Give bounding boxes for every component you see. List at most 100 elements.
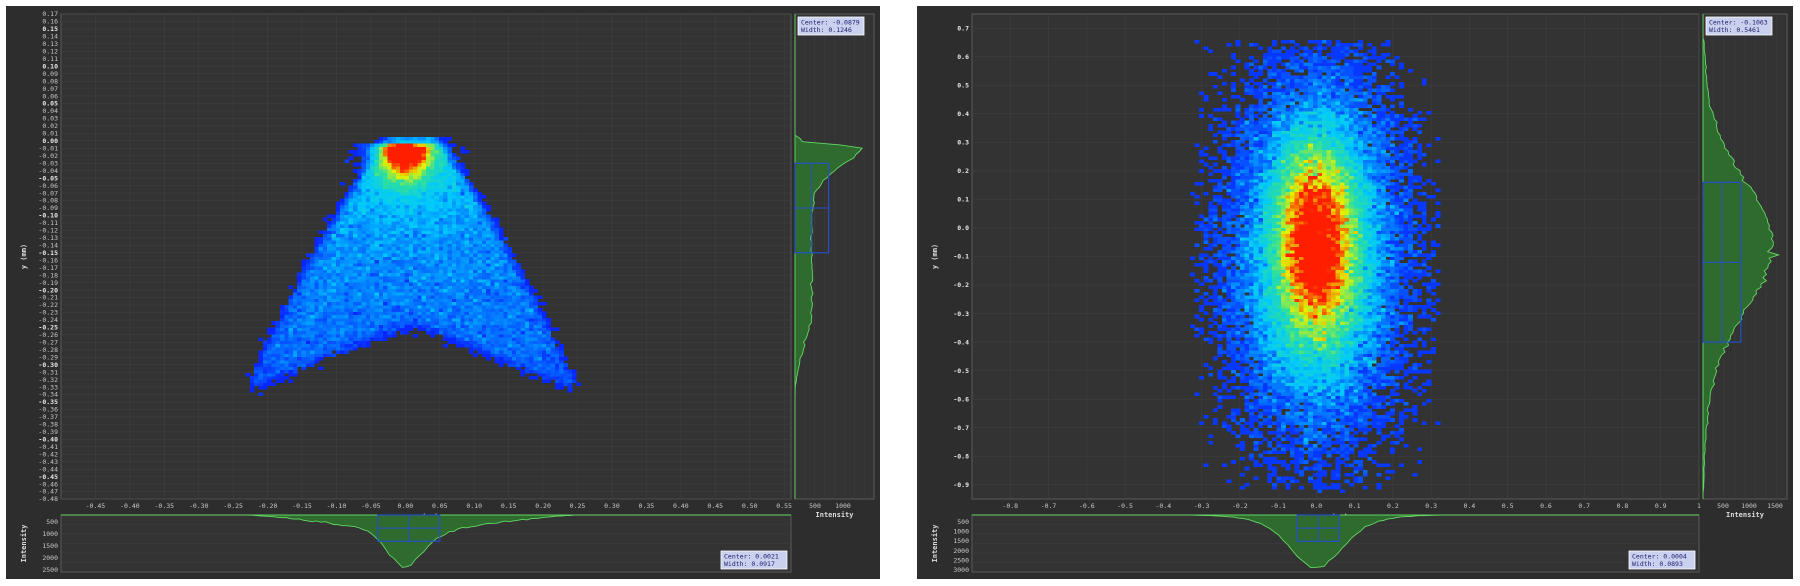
heatmap-cell (490, 220, 496, 225)
heatmap-cell (322, 288, 328, 293)
heatmap-cell (292, 311, 298, 316)
heatmap-cell (348, 246, 354, 251)
heatmap-cell (1221, 321, 1227, 325)
heatmap-cell (404, 156, 410, 160)
heatmap-cell (421, 256, 427, 261)
heatmap-cell (1371, 424, 1377, 429)
heatmap-cell (318, 256, 324, 261)
heatmap-cell (395, 321, 401, 325)
heatmap-cell (494, 311, 500, 316)
heatmap-cell (1312, 363, 1318, 367)
heatmap-cell (361, 298, 367, 303)
heatmap-cell (327, 317, 332, 322)
heatmap-cell (426, 233, 431, 238)
heatmap-cell (305, 324, 311, 328)
heatmap-cell (1353, 359, 1359, 364)
heatmap-cell (499, 230, 504, 235)
heatmap-cell (499, 250, 504, 254)
heatmap-cell (1321, 473, 1327, 477)
heatmap-cell (1258, 398, 1264, 403)
heatmap-cell (1217, 372, 1223, 377)
heatmap-cell (1276, 353, 1282, 358)
heatmap-cell (305, 301, 311, 306)
heatmap-cell (1376, 431, 1382, 435)
heatmap-cell (1394, 327, 1400, 332)
heatmap-cell (434, 243, 440, 248)
heatmap-cell (1208, 434, 1214, 438)
heatmap-cell (1280, 369, 1286, 374)
heatmap-cell (395, 143, 401, 147)
heatmap-cell (387, 214, 392, 219)
heatmap-cell (460, 201, 465, 206)
heatmap-cell (438, 211, 444, 215)
heatmap-cell (451, 250, 457, 254)
heatmap-cell (370, 146, 375, 151)
heatmap-cell (1380, 327, 1386, 332)
heatmap-cell (477, 256, 483, 261)
heatmap-cell (1299, 337, 1305, 341)
heatmap-cell (267, 379, 272, 383)
heatmap-cell (344, 233, 350, 238)
heatmap-cell (305, 292, 311, 296)
heatmap-cell (490, 308, 496, 312)
heatmap-cell (318, 279, 324, 283)
heatmap-cell (1326, 347, 1332, 351)
heatmap-cell (1285, 389, 1291, 393)
heatmap-cell (361, 191, 367, 196)
heatmap-cell (507, 324, 513, 328)
heatmap-cell (473, 298, 478, 303)
heatmap-cell (413, 188, 418, 193)
heatmap-cell (395, 214, 401, 219)
heatmap-cell (335, 285, 341, 290)
heatmap-cell (1362, 405, 1368, 409)
heatmap-cell (1330, 424, 1336, 429)
heatmap-cell (1330, 327, 1336, 332)
heatmap-cell (1340, 343, 1345, 348)
heatmap-cell (1367, 369, 1373, 374)
heatmap-cell (1253, 356, 1259, 361)
heatmap-cell (507, 266, 513, 270)
heatmap-cell (365, 230, 371, 235)
heatmap-cell (464, 243, 470, 248)
heatmap-cell (486, 327, 491, 332)
heatmap-cell (353, 233, 358, 238)
heatmap-cell (301, 330, 307, 335)
heatmap-cell (395, 301, 401, 306)
heatmap-cell (1317, 359, 1323, 364)
heatmap-cell (1240, 343, 1245, 348)
heatmap-cell (284, 337, 289, 341)
heatmap-cell (1321, 398, 1327, 403)
heatmap-cell (318, 356, 324, 361)
heatmap-cell (460, 146, 465, 151)
heatmap-cell (1353, 476, 1359, 480)
heatmap-cell (447, 143, 453, 147)
heatmap-cell (378, 321, 384, 325)
heatmap-cell (1285, 421, 1291, 425)
heatmap-cell (374, 153, 380, 157)
heatmap-cell (464, 314, 470, 319)
heatmap-cell (1290, 337, 1295, 341)
heatmap-cell (434, 182, 440, 186)
heatmap-cell (1299, 379, 1305, 383)
heatmap-cell (1267, 450, 1273, 455)
heatmap-cell (1240, 418, 1245, 422)
heatmap-cell (559, 379, 564, 383)
heatmap-cell (494, 317, 500, 322)
heatmap-cell (554, 359, 560, 364)
heatmap-cell (391, 321, 397, 325)
heatmap-cell (404, 324, 410, 328)
heatmap-cell (499, 324, 504, 328)
heatmap-cell (447, 279, 453, 283)
heatmap-cell (318, 230, 324, 235)
heatmap-cell (529, 298, 534, 303)
heatmap-cell (1376, 405, 1382, 409)
heatmap-cell (404, 285, 410, 290)
heatmap-cell (280, 314, 285, 319)
heatmap-cell (413, 243, 418, 248)
heatmap-cell (258, 392, 264, 396)
heatmap-cell (477, 311, 483, 316)
heatmap-cell (370, 314, 375, 319)
heatmap-cell (314, 314, 319, 319)
heatmap-cell (387, 153, 392, 157)
heatmap-cell (301, 305, 307, 309)
